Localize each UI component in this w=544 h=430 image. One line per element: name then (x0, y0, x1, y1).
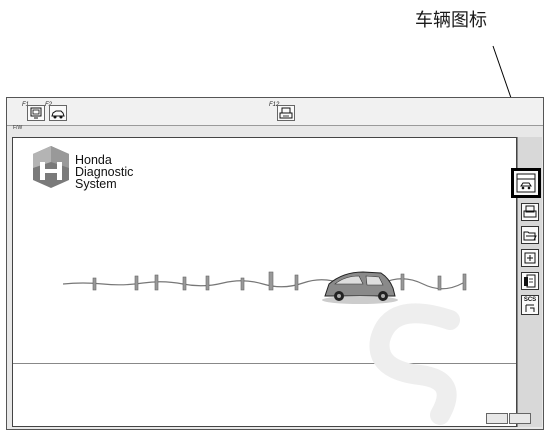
open-folder-button[interactable] (521, 226, 539, 244)
print-screen-icon (279, 107, 293, 119)
logo-line-system: System (75, 177, 117, 191)
watermark (369, 303, 460, 425)
toolbar-small-label: F/W (13, 125, 23, 131)
scs-button[interactable]: SCS (521, 295, 539, 315)
help-button[interactable] (521, 249, 539, 267)
print-button[interactable] (521, 203, 539, 221)
status-box-2 (509, 413, 531, 424)
scs-icon (525, 304, 535, 312)
database-button[interactable] (521, 272, 539, 290)
toolbar: F1 F2 F12 (7, 98, 543, 126)
logo-text: Honda Diagnostic System (75, 154, 133, 191)
monitor-icon (30, 107, 42, 119)
database-icon (524, 274, 536, 288)
f12-button[interactable] (277, 105, 295, 121)
f1-button[interactable] (27, 105, 45, 121)
open-folder-icon (523, 231, 537, 241)
vehicle-icon-button[interactable] (511, 168, 541, 198)
vehicle-icon (516, 173, 536, 193)
print-icon (523, 205, 537, 218)
car-icon (51, 110, 65, 119)
help-icon (524, 252, 536, 264)
right-toolbar: SCS (511, 137, 542, 427)
honda-h-logo (33, 146, 69, 188)
f2-button[interactable] (49, 105, 67, 121)
status-box-1 (486, 413, 508, 424)
